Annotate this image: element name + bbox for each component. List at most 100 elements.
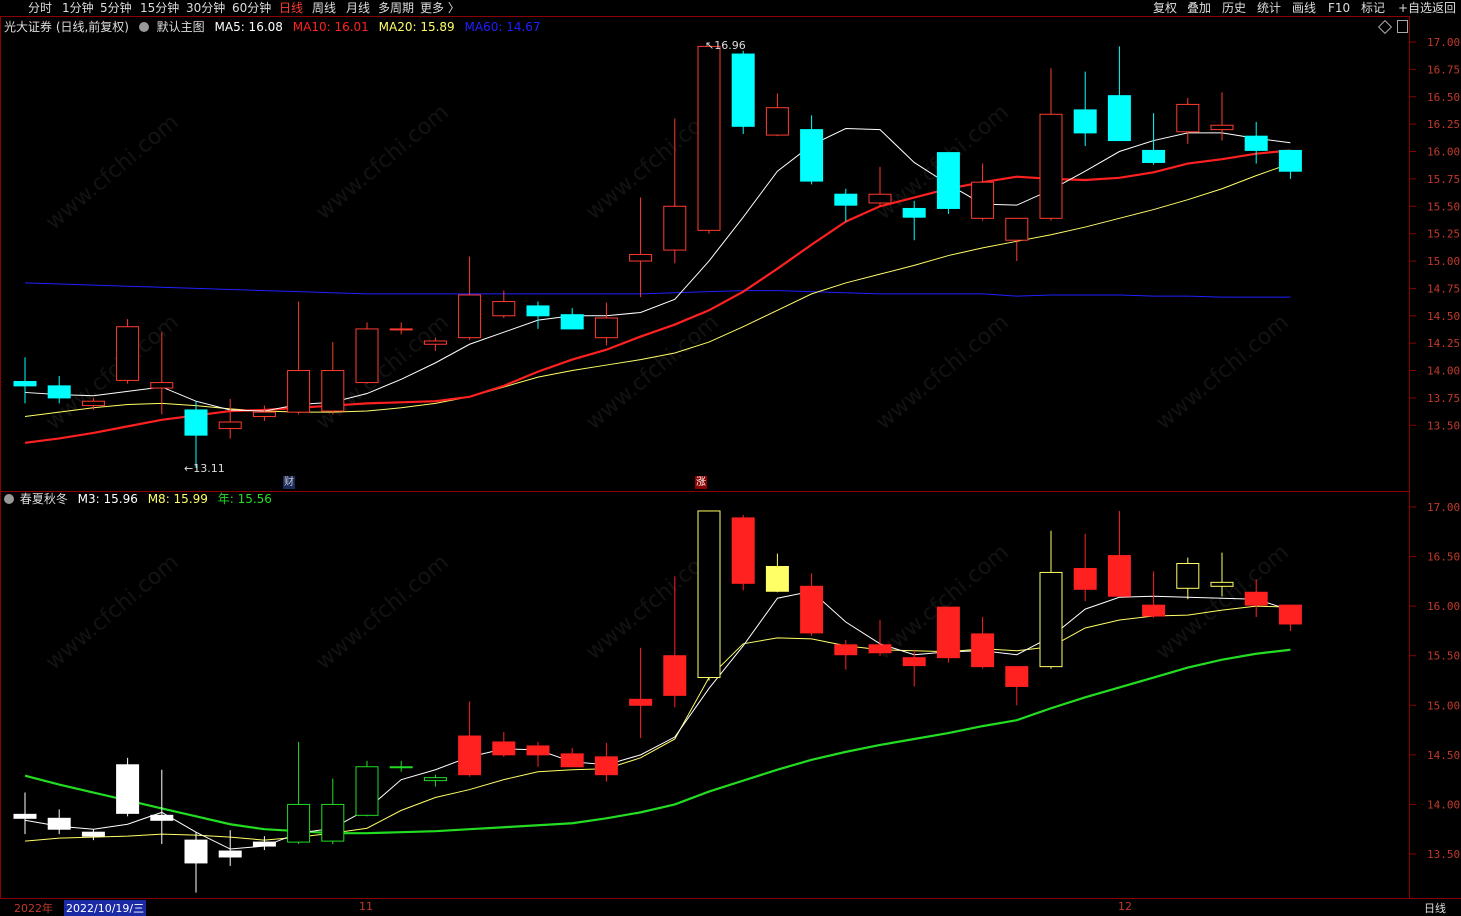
main-candle-7: [252, 411, 276, 418]
sub-candle-1: [47, 817, 71, 830]
main-candle-5: [184, 409, 208, 436]
sub-candle-27: [936, 606, 960, 659]
sub-y-label-4: 15.00: [1427, 699, 1460, 712]
main-y-label-7: 15.25: [1427, 228, 1460, 241]
main-candle-0: [13, 380, 37, 387]
month-12-marker: 12: [1118, 900, 1132, 913]
main-candle-15: [526, 305, 550, 317]
sub-candle-17: [594, 756, 618, 776]
sub-candle-34: [1176, 563, 1200, 589]
ma5-line: [24, 128, 1291, 412]
main-candle-36: [1244, 135, 1268, 151]
sub-candle-31: [1073, 567, 1097, 590]
main-candle-20: [697, 45, 721, 231]
sub-candle-22: [765, 565, 789, 592]
tab-0[interactable]: 分时: [28, 0, 52, 16]
toolbar-button-2[interactable]: 历史: [1222, 0, 1246, 16]
sub-candle-13: [458, 735, 482, 776]
main-y-label-8: 15.00: [1427, 255, 1460, 268]
main-candle-23: [800, 129, 824, 182]
sub-candle-29: [1005, 666, 1029, 687]
tab-3[interactable]: 15分钟: [140, 0, 179, 16]
main-candle-25: [868, 193, 892, 204]
main-candle-16: [560, 314, 584, 330]
main-candle-11: [389, 328, 413, 331]
main-candle-31: [1073, 109, 1097, 134]
sub-candle-3: [116, 764, 140, 814]
sub-candle-7: [252, 841, 276, 847]
main-candle-30: [1039, 113, 1063, 219]
period-label[interactable]: 日线: [1424, 900, 1446, 916]
toolbar-button-3[interactable]: 统计: [1257, 0, 1281, 16]
tab-7[interactable]: 周线: [312, 0, 336, 16]
toolbar-button-5[interactable]: F10: [1328, 0, 1350, 16]
sub-candle-9: [321, 803, 345, 842]
sub-candle-32: [1107, 555, 1131, 597]
toolbar-button-7[interactable]: +自选: [1398, 0, 1432, 16]
ma60-line: [24, 282, 1291, 298]
sub-candle-11: [389, 766, 413, 769]
main-candle-2: [81, 400, 105, 407]
tab-9[interactable]: 多周期: [378, 0, 414, 16]
toolbar-button-8[interactable]: 返回: [1432, 0, 1456, 16]
sub-candle-19: [663, 655, 687, 696]
sub-candle-14: [492, 741, 516, 756]
sub-candle-5: [184, 839, 208, 864]
toolbar-button-0[interactable]: 复权: [1153, 0, 1177, 16]
sub-y-label-6: 14.00: [1427, 798, 1460, 811]
main-y-label-9: 14.75: [1427, 282, 1460, 295]
sub-candle-36: [1244, 591, 1268, 606]
main-candle-34: [1176, 103, 1200, 133]
tab-6[interactable]: 日线: [279, 0, 303, 16]
year-line: [24, 648, 1291, 835]
main-y-label-10: 14.50: [1427, 310, 1460, 323]
main-candle-8: [287, 370, 311, 413]
main-candle-22: [765, 107, 789, 136]
main-candle-17: [594, 317, 618, 339]
toolbar-button-6[interactable]: 标记: [1361, 0, 1385, 16]
main-candle-12: [423, 340, 447, 345]
main-candle-32: [1107, 95, 1131, 142]
main-y-label-14: 13.50: [1427, 419, 1460, 432]
limit-up-marker[interactable]: 涨: [695, 476, 707, 489]
sub-candle-23: [800, 585, 824, 634]
year-marker: 2022年: [14, 902, 53, 915]
main-candle-13: [458, 294, 482, 339]
tab-4[interactable]: 30分钟: [186, 0, 225, 16]
main-candlestick-chart[interactable]: 17.00 16.75 16.50 16.25 16.00 15.75 15.50 15.25…: [0, 16, 1461, 492]
main-candle-27: [936, 152, 960, 209]
main-candle-21: [731, 53, 755, 127]
tab-1[interactable]: 1分钟: [62, 0, 94, 16]
tab-5[interactable]: 60分钟: [232, 0, 271, 16]
main-y-label-5: 15.75: [1427, 173, 1460, 186]
main-y-label-11: 14.25: [1427, 337, 1460, 350]
tab-10[interactable]: 更多 〉: [420, 0, 460, 16]
main-candle-19: [663, 205, 687, 251]
sub-candle-28: [971, 633, 995, 668]
month-11-marker: 11: [359, 900, 373, 913]
main-candle-28: [971, 181, 995, 219]
toolbar-button-4[interactable]: 画线: [1292, 0, 1316, 16]
sub-indicator-chart[interactable]: 17.00 16.50 16.00 15.50 15.00 14.50 14.00 13.50: [0, 491, 1461, 899]
sub-candle-25: [868, 644, 892, 654]
main-candle-9: [321, 370, 345, 412]
low-price-label: ←13.11: [184, 462, 225, 475]
tab-8[interactable]: 月线: [346, 0, 370, 16]
sub-y-label-7: 13.50: [1427, 848, 1460, 861]
main-candle-6: [218, 421, 242, 430]
sub-candle-24: [834, 644, 858, 656]
m3-line: [24, 590, 1291, 850]
cursor-date: 2022/10/19/三: [64, 900, 147, 916]
sub-candle-10: [355, 766, 379, 816]
ma10-line: [24, 149, 1291, 444]
tab-2[interactable]: 5分钟: [100, 0, 132, 16]
sub-y-label-0: 17.00: [1427, 501, 1460, 514]
finance-marker[interactable]: 财: [283, 476, 295, 489]
main-candle-1: [47, 385, 71, 399]
sub-candle-15: [526, 745, 550, 756]
m8-line: [24, 605, 1291, 842]
toolbar-button-1[interactable]: 叠加: [1187, 0, 1211, 16]
main-candle-24: [834, 193, 858, 206]
sub-y-label-1: 16.50: [1427, 551, 1460, 564]
high-price-label: ↖16.96: [705, 39, 746, 52]
